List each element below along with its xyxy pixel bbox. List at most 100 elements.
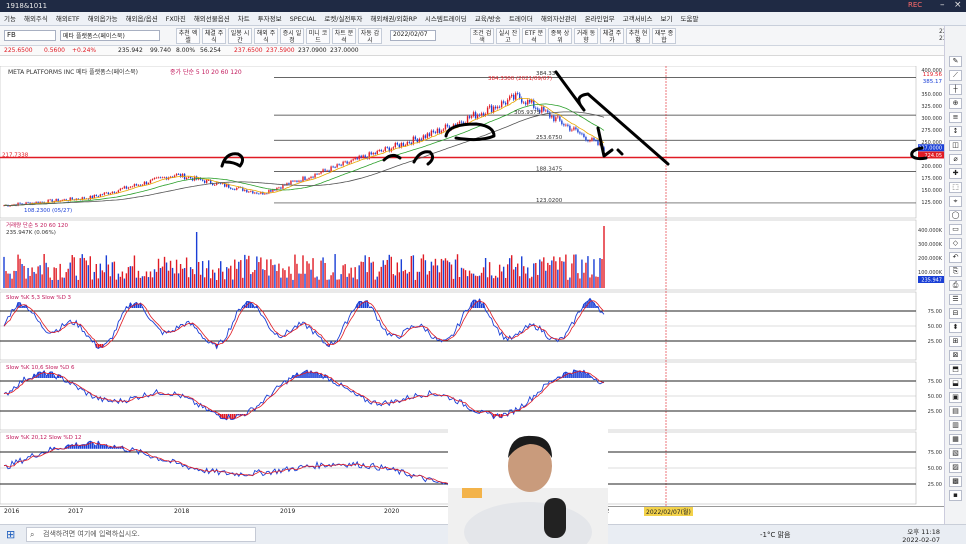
toolbar-button[interactable]: 실시 잔고 — [496, 28, 520, 44]
stoch-legend: Slow %K 10,6 Slow %D 6 — [6, 365, 75, 371]
drawing-tool-icon[interactable]: ✚ — [949, 168, 962, 179]
volume-bar — [496, 277, 499, 288]
drawing-tool-icon[interactable]: ≡ — [949, 112, 962, 123]
drawing-tool-icon[interactable]: ⬍ — [949, 322, 962, 333]
quote-bar: 225.6500 0.5600 +0.24% 235.942 99.740 8.… — [0, 46, 966, 56]
drawing-tool-icon[interactable]: ↕ — [949, 126, 962, 137]
symbol-name-field[interactable]: 메타 플랫폼스(페이스북) — [60, 30, 160, 41]
menu-item[interactable]: 해외채권/외화RP — [366, 12, 421, 26]
symbol-code-input[interactable]: FB — [4, 30, 56, 41]
menu-item[interactable]: 해외옵가능 — [84, 12, 122, 26]
volume-bar — [181, 268, 184, 288]
menu-item[interactable]: SPECIAL — [286, 12, 321, 26]
drawing-tool-icon[interactable]: ◇ — [949, 238, 962, 249]
drawing-tool-icon[interactable]: ⊟ — [949, 308, 962, 319]
volume-bar — [342, 265, 344, 288]
toolbar-button[interactable]: 거래 동향 — [574, 28, 598, 44]
drawing-tool-icon[interactable]: ▧ — [949, 448, 962, 459]
drawing-tool-icon[interactable]: ⌀ — [949, 154, 962, 165]
drawing-tool-icon[interactable]: ✎ — [949, 56, 962, 67]
toolbar-button[interactable]: 추천 현황 — [626, 28, 650, 44]
drawing-tool-icon[interactable]: ☰ — [949, 294, 962, 305]
drawing-tool-icon[interactable]: ⊕ — [949, 98, 962, 109]
tray-clock[interactable]: 오후 11:18 2022-02-07 — [900, 526, 940, 544]
volume-bar — [506, 264, 509, 288]
minimize-icon[interactable]: – — [940, 0, 945, 10]
drawing-tool-icon[interactable]: ▦ — [949, 434, 962, 445]
drawing-tool-icon[interactable]: ⌖ — [949, 196, 962, 207]
volume-bar — [157, 258, 160, 288]
menu-item[interactable]: 해외옵/옵션 — [122, 12, 162, 26]
toolbar-button[interactable]: 증시 일정 — [280, 28, 304, 44]
taskbar-search-input[interactable]: ⌕ 검색하려면 여기에 입력하십시오. — [26, 527, 256, 542]
toolbar-button[interactable]: 차트 분석 — [332, 28, 356, 44]
volume-bar — [260, 257, 262, 288]
toolbar-button[interactable]: 자동 감시 — [358, 28, 382, 44]
drawing-tool-icon[interactable]: ⎙ — [949, 280, 962, 291]
drawing-tool-icon[interactable]: ┼ — [949, 84, 962, 95]
drawing-tool-icon[interactable]: ⟋ — [949, 70, 962, 81]
drawing-tool-icon[interactable]: ▣ — [949, 392, 962, 403]
drawing-tool-icon[interactable]: ▭ — [949, 224, 962, 235]
candle-body — [254, 192, 256, 194]
drawing-tool-icon[interactable]: ⊠ — [949, 350, 962, 361]
drawing-tool-icon[interactable]: ⊞ — [949, 336, 962, 347]
volume-bar — [350, 267, 352, 288]
menu-item[interactable]: 트레이더 — [505, 12, 537, 26]
drawing-tool-icon[interactable]: ◫ — [949, 140, 962, 151]
menu-item[interactable]: 로켓/실전투자 — [320, 12, 366, 26]
drawing-tool-icon[interactable]: ▥ — [949, 420, 962, 431]
close-icon[interactable]: × — [954, 0, 962, 10]
candle-body — [436, 128, 439, 133]
candle-body — [163, 177, 166, 179]
drawing-tool-icon[interactable]: ⬓ — [949, 378, 962, 389]
toolbar-button[interactable]: 체결 주가 — [600, 28, 624, 44]
drawing-tool-icon[interactable]: ⬚ — [949, 182, 962, 193]
stoch-axis-tick: 75.00 — [928, 309, 942, 315]
menu-item[interactable]: 보기 — [657, 12, 677, 26]
candle-body — [101, 194, 104, 196]
menu-item[interactable]: 해외ETF — [52, 12, 84, 26]
windows-start-icon[interactable]: ⊞ — [6, 528, 15, 541]
menu-item[interactable]: 기능 — [0, 12, 20, 26]
drawing-tool-icon[interactable]: ▩ — [949, 476, 962, 487]
menu-item[interactable]: 투자정보 — [254, 12, 286, 26]
volume-bar — [410, 256, 413, 288]
menu-item[interactable]: 고객서비스 — [619, 12, 657, 26]
drawing-tool-icon[interactable]: ↶ — [949, 252, 962, 263]
menu-item[interactable]: 교육/방송 — [471, 12, 505, 26]
date-input[interactable]: 2022/02/07 — [390, 30, 436, 41]
toolbar-button[interactable]: 일봉 시간 — [228, 28, 252, 44]
drawing-tool-icon[interactable]: ▨ — [949, 462, 962, 473]
candle-body — [147, 182, 150, 185]
toolbar-button[interactable]: 미니 코드 — [306, 28, 330, 44]
menu-item[interactable]: 차트 — [234, 12, 254, 26]
toolbar-button[interactable]: ETF 분석 — [522, 28, 546, 44]
toolbar-button[interactable]: 체결 주식 — [202, 28, 226, 44]
toolbar-button[interactable]: 재무 종합 — [652, 28, 676, 44]
menu-item[interactable]: 도움말 — [676, 12, 702, 26]
menu-item[interactable]: 해외주식 — [20, 12, 52, 26]
drawing-tool-icon[interactable]: ⎘ — [949, 266, 962, 277]
candle-body — [95, 194, 98, 197]
candle-body — [157, 177, 160, 179]
toolbar-button[interactable]: 종목 상위 — [548, 28, 572, 44]
volume-bar — [470, 273, 473, 288]
menu-item[interactable]: 해외선물옵션 — [190, 12, 234, 26]
toolbar-button[interactable]: 조건 검색 — [470, 28, 494, 44]
menu-item[interactable]: FX마진 — [162, 12, 190, 26]
drawing-tool-icon[interactable]: ⬒ — [949, 364, 962, 375]
drawing-tool-icon[interactable]: ◯ — [949, 210, 962, 221]
candle-body — [573, 127, 575, 130]
candle-body — [230, 187, 232, 189]
drawing-tool-icon[interactable]: ▪ — [949, 490, 962, 501]
menu-item[interactable]: 온라인업무 — [581, 12, 619, 26]
menu-item[interactable]: 해외자산관리 — [537, 12, 581, 26]
stoch-legend: Slow %K 5,3 Slow %D 3 — [6, 295, 72, 301]
drawing-tool-icon[interactable]: ▤ — [949, 406, 962, 417]
toolbar-button[interactable]: 추천 엑셀 — [176, 28, 200, 44]
toolbar-button[interactable]: 해외 주식 — [254, 28, 278, 44]
menu-item[interactable]: 시스템트레이딩 — [421, 12, 471, 26]
volume-bar — [597, 276, 599, 288]
volume-bar — [298, 273, 300, 288]
